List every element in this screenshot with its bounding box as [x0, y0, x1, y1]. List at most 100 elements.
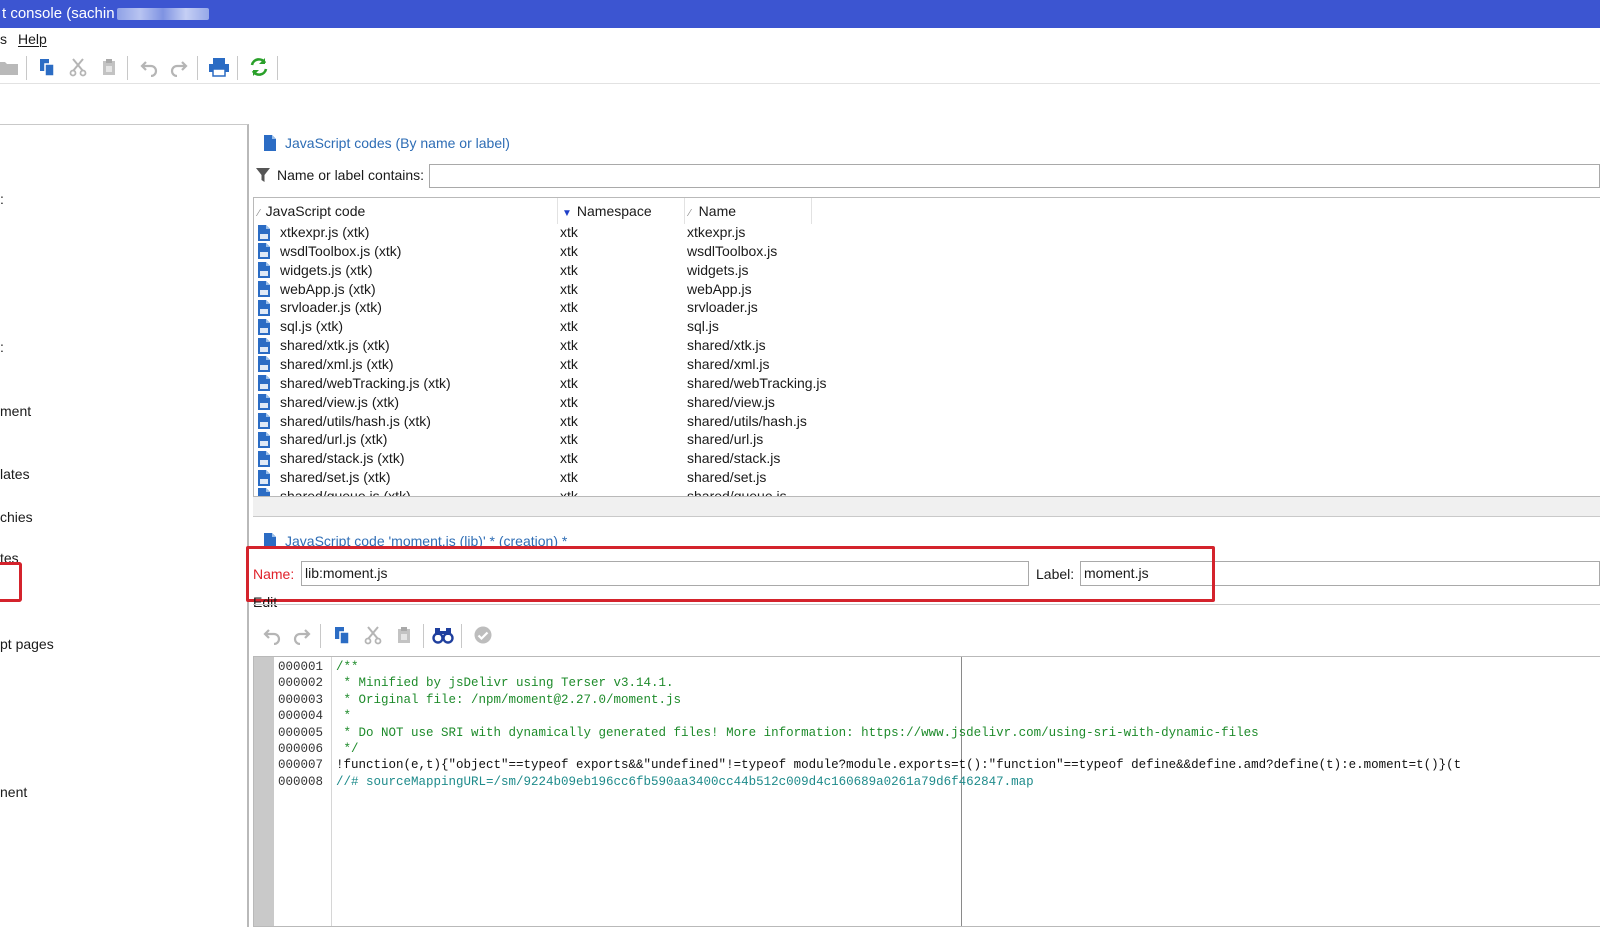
- row-name-cell: xtkexpr.js: [687, 224, 746, 240]
- row-code-cell: xtkexpr.js (xtk): [258, 223, 369, 242]
- navigation-tree: : : ment lates chies tes pt pages nent: [0, 124, 249, 927]
- copy-icon[interactable]: [35, 55, 59, 79]
- check-icon[interactable]: [471, 623, 495, 647]
- tree-item[interactable]: ment: [0, 403, 31, 419]
- window-titlebar: t console (sachin: [0, 0, 1600, 28]
- toolbar-separator: [320, 624, 321, 648]
- list-row[interactable]: widgets.js (xtk) xtk widgets.js: [254, 261, 1600, 280]
- list-row[interactable]: shared/xtk.js (xtk) xtk shared/xtk.js: [254, 336, 1600, 355]
- tree-item[interactable]: chies: [0, 509, 33, 525]
- print-icon[interactable]: [207, 55, 231, 79]
- code-line: 000007 !function(e,t){"object"==typeof ex…: [254, 757, 1600, 774]
- paste-icon[interactable]: [97, 55, 121, 79]
- code-text: * Minified by jsDelivr using Terser v3.1…: [336, 676, 674, 691]
- redacted-username: [116, 8, 209, 21]
- row-namespace-cell: xtk: [560, 337, 578, 354]
- cut-icon[interactable]: [66, 55, 90, 79]
- redo-icon[interactable]: [167, 55, 191, 79]
- row-name-cell: shared/utils/hash.js: [687, 412, 807, 429]
- line-number: 000006: [278, 742, 324, 756]
- filter-label: Name or label contains:: [277, 167, 425, 183]
- javascript-codes-list: ⁄ JavaScript code ▼ Namespace ⁄ Name xtkexp…: [253, 197, 1600, 497]
- js-file-icon: [258, 262, 270, 279]
- row-code-text: shared/utils/hash.js (xtk): [280, 412, 431, 429]
- row-code-text: xtkexpr.js (xtk): [280, 224, 370, 240]
- list-row[interactable]: shared/webTracking.js (xtk) xtk shared/web…: [254, 374, 1600, 393]
- row-name-cell: shared/queue.js: [687, 487, 787, 497]
- list-row[interactable]: shared/set.js (xtk) xtk shared/set.js: [254, 468, 1600, 487]
- list-row[interactable]: shared/url.js (xtk) xtk shared/url.js: [254, 430, 1600, 449]
- js-file-icon: [258, 243, 270, 260]
- code-line: 000003 * Original file: /npm/moment@2.27…: [254, 692, 1600, 709]
- js-file-icon: [258, 224, 270, 241]
- list-row[interactable]: wsdlToolbox.js (xtk) xtk wsdlToolbox.js: [254, 242, 1600, 261]
- row-namespace-cell: xtk: [560, 412, 578, 429]
- list-row[interactable]: shared/xml.js (xtk) xtk shared/xml.js: [254, 355, 1600, 374]
- redo-icon[interactable]: [290, 623, 314, 647]
- toolbar-separator: [461, 624, 462, 648]
- highlight-box-tree-selection: [0, 562, 22, 602]
- code-line: 000005 * Do NOT use SRI with dynamically…: [254, 725, 1600, 742]
- list-row[interactable]: shared/view.js (xtk) xtk shared/view.js: [254, 393, 1600, 412]
- line-number: 000007: [278, 758, 324, 773]
- code-text: * Do NOT use SRI with dynamically genera…: [336, 725, 1259, 740]
- highlight-box-name-label: [246, 546, 1215, 602]
- js-file-icon: [258, 375, 270, 392]
- row-code-text: shared/view.js (xtk): [280, 393, 400, 410]
- column-header-code[interactable]: ⁄ JavaScript code: [254, 198, 558, 224]
- pane-splitter[interactable]: [253, 497, 1600, 517]
- toolbar-separator: [127, 56, 128, 80]
- filter-input[interactable]: [429, 164, 1600, 188]
- row-namespace-cell: xtk: [560, 280, 578, 297]
- filter-row: Name or label contains:: [255, 162, 424, 188]
- menu-item-partial[interactable]: s: [0, 28, 7, 50]
- row-namespace-cell: xtk: [560, 431, 578, 448]
- row-namespace-cell: xtk: [560, 355, 578, 372]
- row-code-text: shared/url.js (xtk): [280, 431, 388, 448]
- row-namespace-cell: xtk: [560, 299, 578, 316]
- toolbar-separator: [277, 56, 278, 80]
- code-editor[interactable]: 000001/** 000002 * Minified by jsDelivr u…: [253, 656, 1600, 927]
- row-code-cell: wsdlToolbox.js (xtk): [258, 242, 401, 261]
- row-name-cell: shared/xml.js: [687, 355, 770, 372]
- row-code-text: wsdlToolbox.js (xtk): [280, 242, 402, 259]
- list-row[interactable]: webApp.js (xtk) xtk webApp.js: [254, 280, 1600, 299]
- undo-icon[interactable]: [260, 623, 284, 647]
- tree-item[interactable]: :: [0, 339, 4, 355]
- undo-icon[interactable]: [137, 55, 161, 79]
- paste-icon[interactable]: [392, 623, 416, 647]
- row-code-cell: widgets.js (xtk): [258, 261, 373, 280]
- js-file-icon: [258, 413, 270, 429]
- menu-bar: s Help: [0, 28, 1600, 50]
- list-row[interactable]: sql.js (xtk) xtk sql.js: [254, 317, 1600, 336]
- code-text: /**: [336, 660, 359, 674]
- list-row[interactable]: srvloader.js (xtk) xtk srvloader.js: [254, 298, 1600, 317]
- copy-icon[interactable]: [330, 623, 354, 647]
- code-line: 000001 /**: [254, 659, 1600, 676]
- list-header: ⁄ JavaScript code ▼ Namespace ⁄ Name: [254, 198, 1600, 224]
- find-icon[interactable]: [431, 623, 455, 647]
- tree-item[interactable]: nent: [0, 784, 27, 800]
- tree-item[interactable]: lates: [0, 466, 30, 482]
- menu-item-help[interactable]: Help: [18, 28, 47, 50]
- js-file-icon: [258, 488, 270, 496]
- row-code-text: sql.js (xtk): [280, 318, 343, 335]
- row-namespace-cell: xtk: [560, 318, 578, 335]
- column-header-namespace[interactable]: ▼ Namespace: [558, 198, 685, 224]
- edit-tab[interactable]: Edit: [253, 594, 277, 610]
- code-line: 000004 *: [254, 708, 1600, 725]
- refresh-icon[interactable]: [247, 55, 271, 79]
- column-header-name[interactable]: ⁄ Name: [685, 198, 812, 224]
- folder-icon[interactable]: [0, 55, 20, 79]
- cut-icon[interactable]: [361, 623, 385, 647]
- tree-item[interactable]: pt pages: [0, 636, 54, 652]
- js-file-icon: [258, 394, 270, 411]
- list-row[interactable]: xtkexpr.js (xtk) xtk xtkexpr.js: [254, 223, 1600, 242]
- main-toolbar: [0, 50, 1600, 84]
- row-name-cell: shared/url.js: [687, 431, 764, 448]
- tree-item[interactable]: :: [0, 191, 4, 207]
- list-row[interactable]: shared/stack.js (xtk) xtk shared/stack.js: [254, 449, 1600, 468]
- list-row[interactable]: shared/utils/hash.js (xtk) xtk shared/util…: [254, 412, 1600, 431]
- list-row[interactable]: shared/queue.js (xtk) xtk shared/queue.js: [254, 487, 1600, 497]
- line-number: 000002: [278, 676, 324, 691]
